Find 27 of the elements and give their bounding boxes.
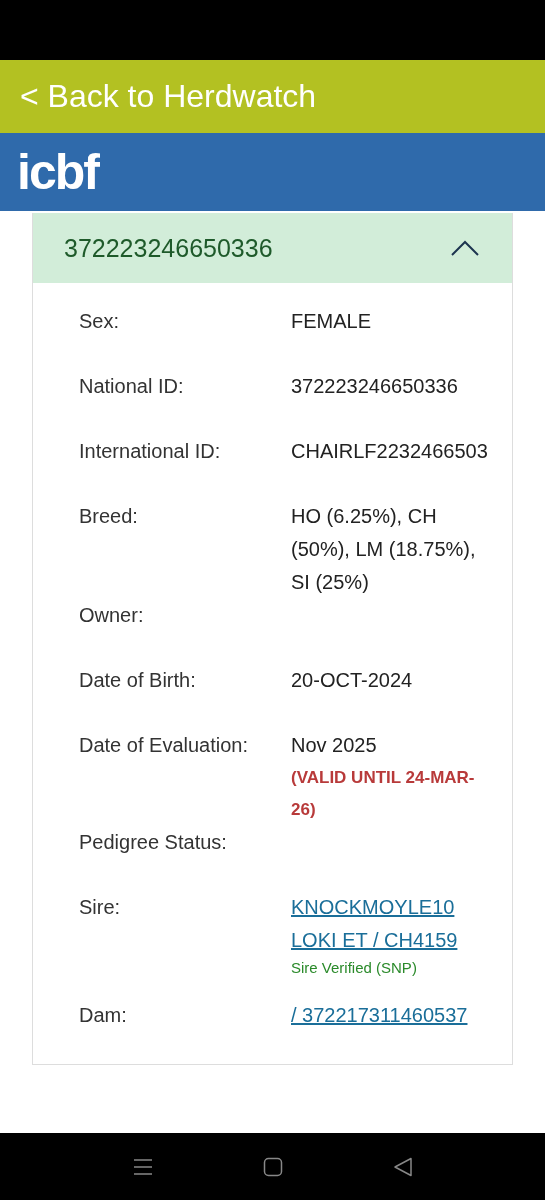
field-value: 20-OCT-2024 — [291, 668, 413, 693]
field-value: FEMALE — [291, 309, 372, 334]
field-label: Pedigree Status: — [79, 830, 228, 855]
field-label: National ID: — [79, 374, 185, 399]
logo: icbf — [17, 147, 98, 197]
field-label: Sex: — [79, 309, 121, 334]
animal-id-title: 372223246650336 — [64, 233, 273, 263]
chevron-up-icon[interactable] — [451, 240, 479, 256]
verification-status: Sire Verified (SNP) — [291, 958, 417, 978]
pedigree-link[interactable]: KNOCKMOYLE10 LOKI ET / CH4159 — [291, 891, 481, 957]
field-label: Breed: — [79, 504, 139, 529]
card-header[interactable]: 372223246650336 — [33, 213, 512, 283]
field-label: International ID: — [79, 439, 222, 464]
field-value: Nov 2025 — [291, 733, 377, 758]
back-icon[interactable] — [392, 1156, 413, 1177]
menu-icon[interactable] — [132, 1156, 153, 1177]
field-value: HO (6.25%), CH (50%), LM (18.75%), SI (25%) — [291, 504, 477, 595]
home-icon[interactable] — [262, 1156, 283, 1177]
field-value: 372223246650336 — [291, 374, 458, 399]
field-value: CHAIRLF2232466503 — [291, 439, 488, 464]
field-label: Date of Evaluation: — [79, 733, 249, 758]
field-label: Dam: — [79, 1003, 128, 1028]
validity-note: (VALID UNTIL 24-MAR-26) — [291, 767, 476, 821]
field-label: Owner: — [79, 603, 145, 628]
pedigree-link[interactable]: / 372217311460537 — [291, 999, 468, 1032]
field-label: Date of Birth: — [79, 668, 197, 693]
field-label: Sire: — [79, 895, 122, 920]
